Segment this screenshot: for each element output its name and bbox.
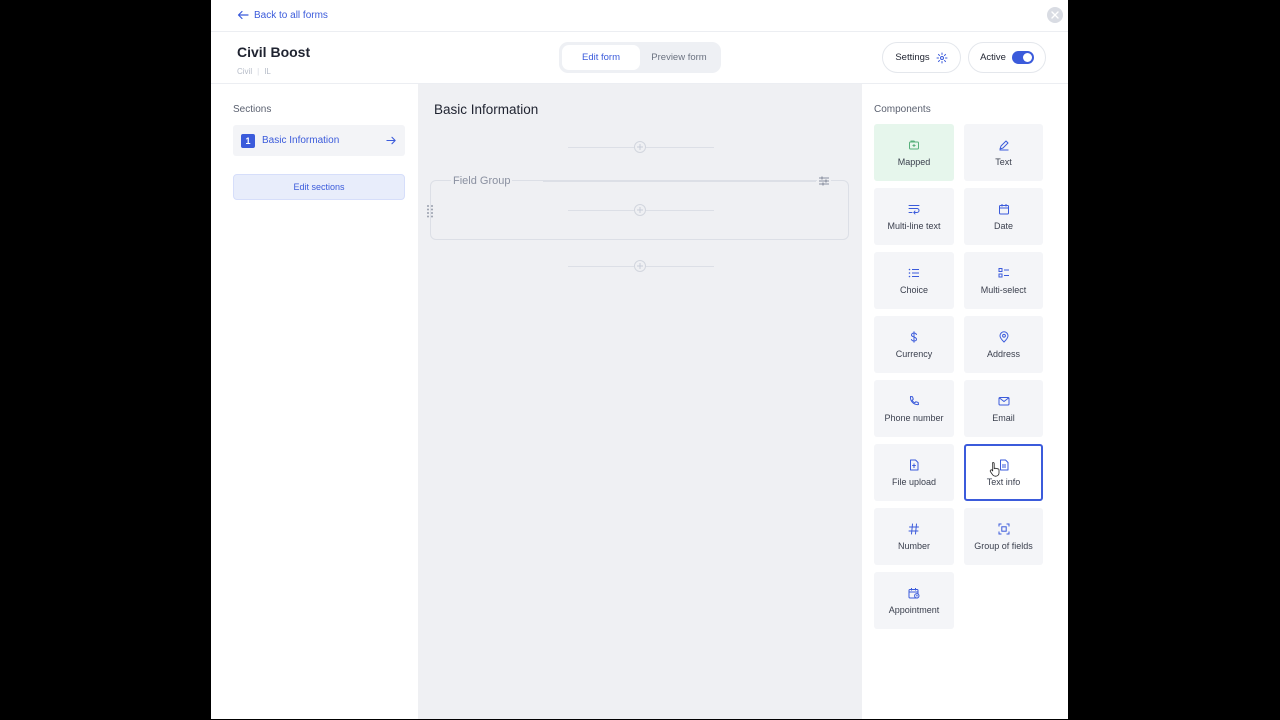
phone-icon — [908, 395, 920, 407]
component-label: Mapped — [897, 156, 931, 167]
add-field-button[interactable] — [634, 260, 646, 272]
edit-sections-button[interactable]: Edit sections — [233, 174, 405, 200]
component-label: Text — [995, 156, 1012, 167]
component-file-upload[interactable]: File upload — [874, 444, 954, 501]
components-panel: Components Mapped Text Multi-line text D… — [862, 84, 1068, 719]
component-address[interactable]: Address — [964, 316, 1043, 373]
sections-heading: Sections — [233, 104, 272, 115]
sliders-icon — [819, 176, 829, 186]
pencil-icon — [998, 139, 1010, 151]
hand-pointer-cursor-icon — [989, 462, 1000, 477]
section-item-basic-information[interactable]: 1 Basic Information — [233, 125, 405, 156]
component-email[interactable]: Email — [964, 380, 1043, 437]
component-text[interactable]: Text — [964, 124, 1043, 181]
component-multi-line-text[interactable]: Multi-line text — [874, 188, 954, 245]
arrow-left-icon — [237, 10, 249, 20]
close-icon — [1051, 11, 1059, 19]
component-label: Date — [993, 220, 1013, 231]
calendar-icon — [998, 203, 1010, 215]
component-label: Choice — [899, 284, 928, 295]
drag-handle-icon[interactable] — [426, 204, 434, 218]
component-group-of-fields[interactable]: Group of fields — [964, 508, 1043, 565]
active-switch[interactable] — [1011, 51, 1034, 64]
form-meta: Civil | IL — [237, 67, 271, 76]
component-number[interactable]: Number — [874, 508, 954, 565]
field-group-border-line — [543, 181, 816, 182]
multiline-icon — [908, 203, 920, 215]
plus-icon — [637, 144, 643, 150]
close-button[interactable] — [1047, 7, 1063, 23]
section-name: Basic Information — [262, 135, 340, 146]
calendar-clock-icon — [908, 587, 920, 599]
component-label: File upload — [891, 476, 937, 487]
component-label: Appointment — [888, 604, 940, 615]
field-group[interactable]: Field Group — [430, 174, 849, 240]
envelope-icon — [998, 395, 1010, 407]
top-divider — [211, 31, 1068, 32]
active-label: Active — [980, 52, 1006, 63]
component-label: Group of fields — [974, 540, 1033, 551]
back-link-label: Back to all forms — [254, 9, 328, 21]
component-choice[interactable]: Choice — [874, 252, 954, 309]
mapped-icon — [908, 139, 920, 151]
component-label: Phone number — [884, 412, 944, 423]
component-label: Multi-select — [980, 284, 1027, 295]
checklist-icon — [998, 267, 1010, 279]
settings-button[interactable]: Settings — [882, 42, 961, 73]
plus-icon — [637, 207, 643, 213]
add-field-button[interactable] — [634, 141, 646, 153]
list-icon — [908, 267, 920, 279]
component-label: Number — [897, 540, 930, 551]
form-title: Civil Boost — [237, 44, 311, 60]
settings-label: Settings — [895, 52, 930, 63]
arrow-right-icon — [386, 136, 396, 145]
form-state: IL — [264, 67, 271, 76]
dollar-icon — [908, 330, 920, 343]
form-builder-window: Back to all forms Civil Boost Civil | IL… — [211, 0, 1068, 719]
gear-icon — [936, 52, 948, 63]
component-phone-number[interactable]: Phone number — [874, 380, 954, 437]
meta-separator: | — [257, 67, 260, 76]
component-multi-select[interactable]: Multi-select — [964, 252, 1043, 309]
component-text-info[interactable]: Text info — [964, 444, 1043, 501]
components-heading: Components — [874, 104, 931, 115]
component-date[interactable]: Date — [964, 188, 1043, 245]
component-currency[interactable]: Currency — [874, 316, 954, 373]
form-canvas: Basic Information Field Group — [418, 84, 862, 719]
group-icon — [998, 523, 1010, 535]
mode-toggle: Edit form Preview form — [559, 42, 721, 73]
component-label: Currency — [895, 348, 933, 359]
form-category: Civil — [237, 67, 253, 76]
tab-edit-form[interactable]: Edit form — [562, 45, 640, 70]
field-group-settings-button[interactable] — [817, 174, 831, 188]
field-group-title: Field Group — [451, 175, 513, 187]
tab-preview-form[interactable]: Preview form — [640, 45, 718, 70]
section-number-badge: 1 — [241, 133, 255, 148]
component-mapped[interactable]: Mapped — [874, 124, 954, 181]
location-pin-icon — [998, 330, 1010, 343]
plus-icon — [637, 263, 643, 269]
component-label: Email — [992, 412, 1015, 423]
component-label: Multi-line text — [887, 220, 941, 231]
component-label: Address — [986, 348, 1021, 359]
component-label: Text info — [986, 476, 1021, 487]
component-appointment[interactable]: Appointment — [874, 572, 954, 629]
active-toggle-button[interactable]: Active — [968, 42, 1046, 73]
add-field-to-group-button[interactable] — [634, 204, 646, 216]
sections-panel: Sections 1 Basic Information Edit sectio… — [211, 84, 418, 719]
back-to-forms-link[interactable]: Back to all forms — [237, 9, 328, 21]
file-upload-icon — [908, 459, 920, 471]
hash-icon — [908, 523, 920, 535]
section-title: Basic Information — [434, 102, 539, 117]
components-grid: Mapped Text Multi-line text Date Choice … — [874, 124, 1043, 629]
